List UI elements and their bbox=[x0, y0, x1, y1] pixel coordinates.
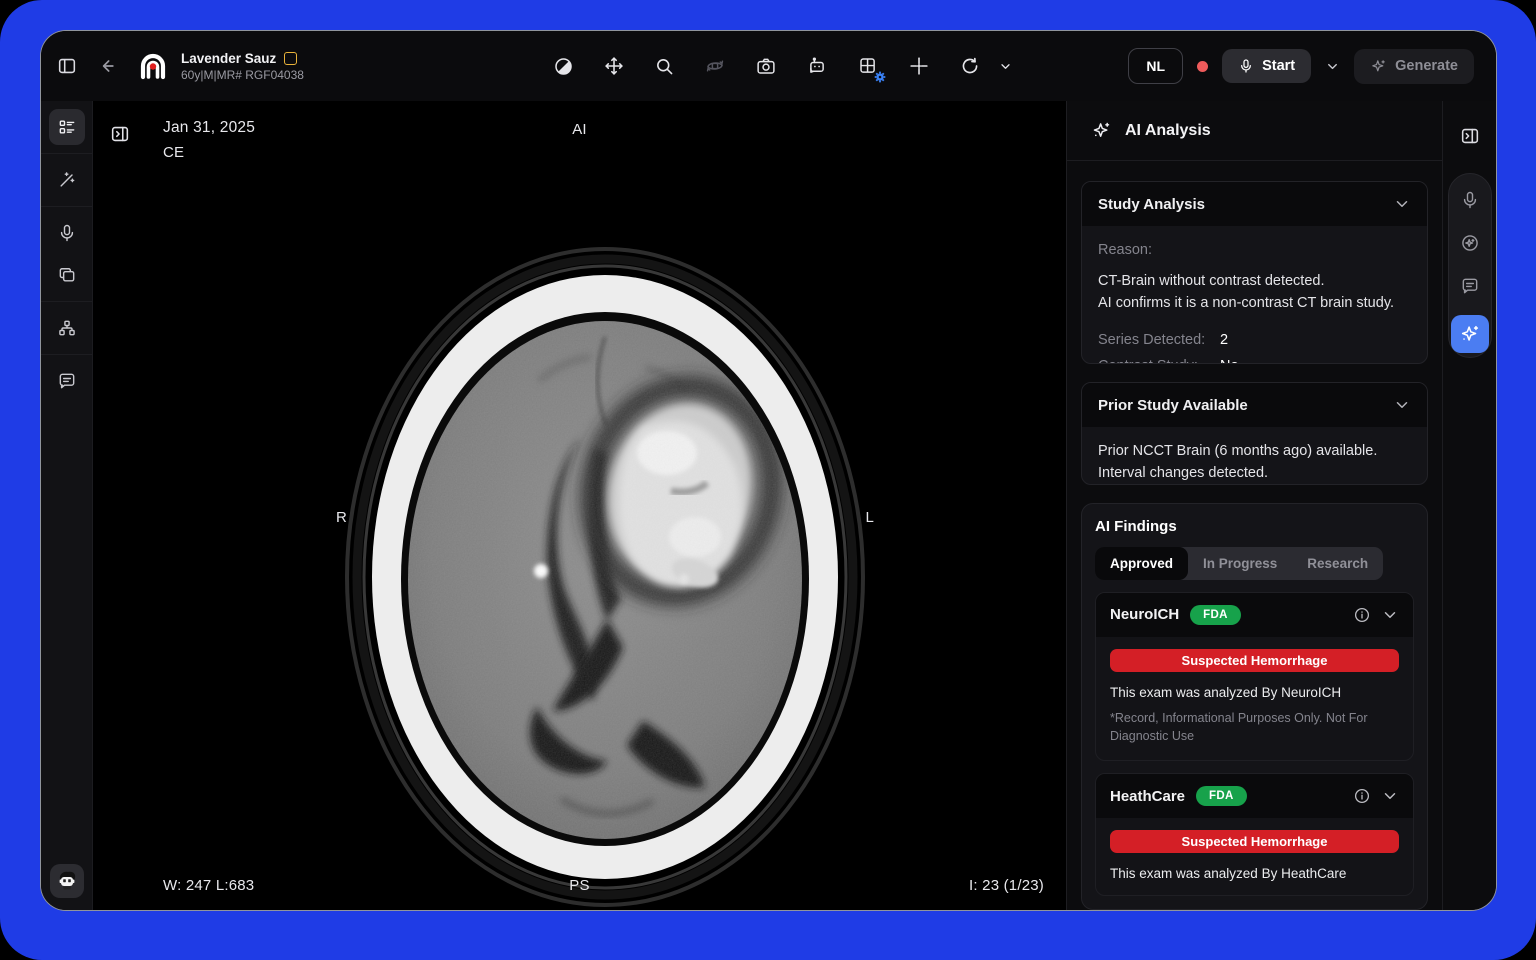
reason-line: AI confirms it is a non-contrast CT brai… bbox=[1098, 293, 1411, 315]
panel-title: AI Analysis bbox=[1125, 122, 1211, 140]
analyzed-by-text: This exam was analyzed By HeathCare bbox=[1110, 866, 1399, 881]
info-icon[interactable] bbox=[1353, 787, 1371, 805]
app-window: Lavender Sauz 60y|M|MR# RGF04038 bbox=[40, 30, 1497, 911]
start-chevron-icon[interactable] bbox=[1325, 59, 1340, 74]
finding-neuroich: NeuroICH FDA Suspected Hemorrhage This e… bbox=[1095, 592, 1414, 762]
alert-banner[interactable]: Suspected Hemorrhage bbox=[1110, 649, 1399, 672]
start-button[interactable]: Start bbox=[1222, 49, 1311, 83]
prior-study-line: Prior NCCT Brain (6 months ago) availabl… bbox=[1098, 441, 1411, 463]
tab-research[interactable]: Research bbox=[1292, 547, 1383, 580]
generate-button[interactable]: Generate bbox=[1354, 49, 1474, 84]
microphone-icon[interactable] bbox=[1456, 186, 1484, 214]
reset-icon[interactable] bbox=[955, 52, 984, 81]
gear-badge-icon bbox=[874, 72, 885, 83]
message-icon[interactable] bbox=[49, 363, 85, 399]
fda-badge: FDA bbox=[1196, 786, 1247, 806]
bot-avatar-icon[interactable] bbox=[50, 864, 84, 898]
crosshair-icon[interactable] bbox=[904, 52, 933, 81]
patient-name: Lavender Sauz bbox=[181, 51, 276, 66]
chevron-down-icon[interactable] bbox=[994, 55, 1016, 77]
viewer-toolbar bbox=[549, 52, 1016, 81]
fda-badge: FDA bbox=[1190, 605, 1241, 625]
patient-header: Lavender Sauz 60y|M|MR# RGF04038 bbox=[135, 48, 304, 84]
pan-icon[interactable] bbox=[599, 52, 628, 81]
prior-study-line: Interval changes detected. bbox=[1098, 463, 1411, 485]
magic-wand-icon[interactable] bbox=[49, 162, 85, 198]
overlay-slice-counter: I: 23 (1/23) bbox=[969, 877, 1044, 894]
sparkle-icon bbox=[1370, 58, 1387, 75]
tab-approved[interactable]: Approved bbox=[1095, 547, 1188, 580]
right-rail-tools bbox=[1448, 173, 1492, 358]
patient-meta: 60y|M|MR# RGF04038 bbox=[181, 68, 304, 82]
microphone-icon bbox=[1238, 58, 1254, 74]
chevron-down-icon[interactable] bbox=[1381, 606, 1399, 624]
zoom-icon[interactable] bbox=[650, 52, 678, 80]
nl-button[interactable]: NL bbox=[1128, 48, 1183, 84]
overlay-series-label: CE bbox=[163, 144, 184, 161]
alert-banner[interactable]: Suspected Hemorrhage bbox=[1110, 830, 1399, 853]
overlay-orientation-left: R bbox=[336, 509, 347, 526]
record-dot bbox=[1197, 61, 1208, 72]
field-label: Contrast Study: bbox=[1098, 356, 1220, 364]
circle-sparkle-icon[interactable] bbox=[1456, 229, 1484, 257]
finding-header[interactable]: NeuroICH FDA bbox=[1096, 593, 1413, 637]
hierarchy-icon[interactable] bbox=[49, 310, 85, 346]
reason-label: Reason: bbox=[1098, 240, 1411, 262]
contrast-icon[interactable] bbox=[549, 52, 577, 80]
bot-chat-icon[interactable] bbox=[802, 52, 831, 81]
field-value: No bbox=[1220, 356, 1411, 364]
chevron-down-icon bbox=[1393, 195, 1411, 213]
back-arrow-icon[interactable] bbox=[93, 52, 121, 80]
chevron-down-icon[interactable] bbox=[1381, 787, 1399, 805]
sparkle-icon bbox=[1091, 120, 1112, 141]
rotate-3d-icon[interactable] bbox=[700, 52, 729, 81]
study-tag-icon[interactable] bbox=[284, 52, 297, 65]
study-analysis-header[interactable]: Study Analysis bbox=[1082, 182, 1427, 226]
field-label: Series Detected: bbox=[1098, 330, 1220, 352]
study-analysis-card: Study Analysis Reason: CT-Brain without … bbox=[1081, 181, 1428, 364]
overlay-orientation-bottom: PS bbox=[93, 877, 1066, 894]
header-bar: Lavender Sauz 60y|M|MR# RGF04038 bbox=[41, 31, 1496, 101]
right-sidebar bbox=[1442, 101, 1496, 910]
ai-findings-card: AI Findings Approved In Progress Researc… bbox=[1081, 503, 1428, 911]
prior-study-card: Prior Study Available Prior NCCT Brain (… bbox=[1081, 382, 1428, 484]
ai-analysis-sparkle-icon[interactable] bbox=[1451, 315, 1489, 353]
brand-logo bbox=[135, 48, 171, 84]
info-icon[interactable] bbox=[1353, 606, 1371, 624]
panel-right-open-icon[interactable] bbox=[1455, 121, 1485, 151]
disclaimer-text: *Record, Informational Purposes Only. No… bbox=[1110, 709, 1399, 747]
message-icon[interactable] bbox=[1456, 272, 1484, 300]
copy-icon[interactable] bbox=[49, 257, 85, 293]
image-viewport[interactable]: Jan 31, 2025 CE AI R L W: 247 L:683 PS I… bbox=[93, 101, 1066, 910]
list-details-icon[interactable] bbox=[49, 109, 85, 145]
ct-brain-image bbox=[343, 239, 873, 909]
camera-icon[interactable] bbox=[751, 52, 780, 81]
left-sidebar bbox=[41, 101, 93, 910]
reason-line: CT-Brain without contrast detected. bbox=[1098, 271, 1411, 293]
panel-left-icon[interactable] bbox=[52, 51, 82, 81]
overlay-orientation-top: AI bbox=[93, 121, 1066, 138]
prior-study-header[interactable]: Prior Study Available bbox=[1082, 383, 1427, 427]
analyzed-by-text: This exam was analyzed By NeuroICH bbox=[1110, 685, 1399, 700]
finding-heathcare: HeathCare FDA Suspected Hemorrhage This … bbox=[1095, 773, 1414, 896]
chevron-down-icon bbox=[1393, 396, 1411, 414]
tab-in-progress[interactable]: In Progress bbox=[1188, 547, 1292, 580]
field-value: 2 bbox=[1220, 330, 1411, 352]
findings-tabs: Approved In Progress Research bbox=[1095, 547, 1383, 580]
microphone-icon[interactable] bbox=[49, 215, 85, 251]
ai-analysis-panel: AI Analysis Study Analysis Reason: CT-Br… bbox=[1066, 101, 1442, 910]
overlay-orientation-right: L bbox=[865, 509, 874, 526]
finding-header[interactable]: HeathCare FDA bbox=[1096, 774, 1413, 818]
ai-findings-title: AI Findings bbox=[1095, 518, 1414, 535]
